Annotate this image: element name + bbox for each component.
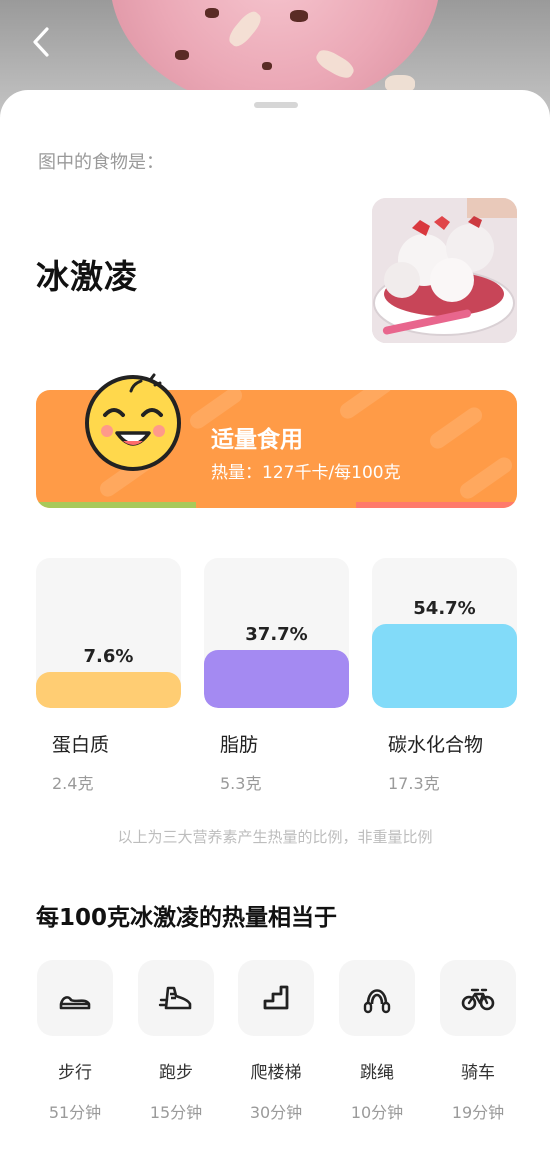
chocolate-chip: [175, 50, 189, 60]
activity-name: 跑步: [159, 1063, 193, 1083]
activity-time: 10分钟: [350, 1103, 404, 1122]
nutrient-percent: 37.7%: [245, 624, 308, 645]
back-button[interactable]: [30, 26, 66, 62]
nutrient-percent: 54.7%: [413, 598, 476, 619]
nutrient-label: 蛋白质: [52, 734, 110, 756]
nutrient-grams: 5.3克: [220, 774, 262, 793]
nutrient-grams: 17.3克: [388, 774, 440, 793]
shoe-icon: [37, 960, 113, 1036]
nutrient-fill-bar: [36, 672, 181, 708]
jump-rope-icon: [339, 960, 415, 1036]
nutrient-fill-bar: [204, 650, 349, 708]
nutrient-label: 碳水化合物: [388, 734, 484, 756]
activity-time: 19分钟: [451, 1103, 505, 1122]
banner-decoration: [456, 454, 516, 502]
activity-name: 爬楼梯: [250, 1063, 302, 1083]
chevron-left-icon: [33, 27, 49, 57]
activity-stairs[interactable]: 爬楼梯 30分钟: [237, 960, 315, 1123]
calorie-info: 热量：127千卡/每100克: [211, 463, 401, 483]
activity-name: 步行: [58, 1063, 92, 1083]
nutrient-label: 脂肪: [220, 734, 259, 756]
activity-time: 51分钟: [48, 1103, 102, 1122]
activity-name: 骑车: [461, 1063, 495, 1083]
activity-time: 15分钟: [149, 1103, 203, 1122]
result-caption: 图中的食物是：: [38, 152, 164, 173]
ice-cream-thumbnail-image: [372, 198, 517, 343]
food-thumbnail: [372, 198, 517, 343]
chocolate-chip: [205, 8, 219, 18]
nutrient-card-fat: 37.7%: [204, 558, 349, 708]
equivalent-section-title: 每100克冰激凌的热量相当于: [36, 905, 338, 931]
food-name: 冰激凌: [36, 257, 138, 296]
nutrient-card-carbs: 54.7%: [372, 558, 517, 708]
stairs-icon: [238, 960, 314, 1036]
sheet-drag-handle[interactable]: [254, 102, 298, 108]
result-sheet: 图中的食物是： 冰激凌 适量食用 热量：127千卡/每100克 7.6% 37.…: [0, 90, 550, 1163]
running-shoe-icon: [138, 960, 214, 1036]
nutrient-grams: 2.4克: [52, 774, 94, 793]
activity-time: 30分钟: [249, 1103, 303, 1122]
chocolate-chip: [290, 10, 308, 22]
activity-cycling[interactable]: 骑车 19分钟: [439, 960, 517, 1123]
smiling-face-icon: [83, 373, 185, 471]
nutrient-note: 以上为三大营养素产生热量的比例，非重量比例: [117, 828, 433, 846]
activity-jump-rope[interactable]: 跳绳 10分钟: [338, 960, 416, 1123]
nutrient-card-protein: 7.6%: [36, 558, 181, 708]
rating-bar-orange: [196, 502, 356, 508]
chocolate-chip: [262, 62, 272, 70]
activity-running[interactable]: 跑步 15分钟: [137, 960, 215, 1123]
activity-walking[interactable]: 步行 51分钟: [36, 960, 114, 1123]
nutrient-percent: 7.6%: [83, 646, 134, 667]
activity-name: 跳绳: [360, 1063, 394, 1083]
nutrient-fill-bar: [372, 624, 517, 708]
banner-decoration: [336, 390, 396, 422]
bicycle-icon: [440, 960, 516, 1036]
recommendation-title: 适量食用: [211, 427, 303, 453]
banner-decoration: [426, 404, 486, 452]
rating-bar-red: [356, 502, 517, 508]
rating-bar-green: [36, 502, 196, 508]
